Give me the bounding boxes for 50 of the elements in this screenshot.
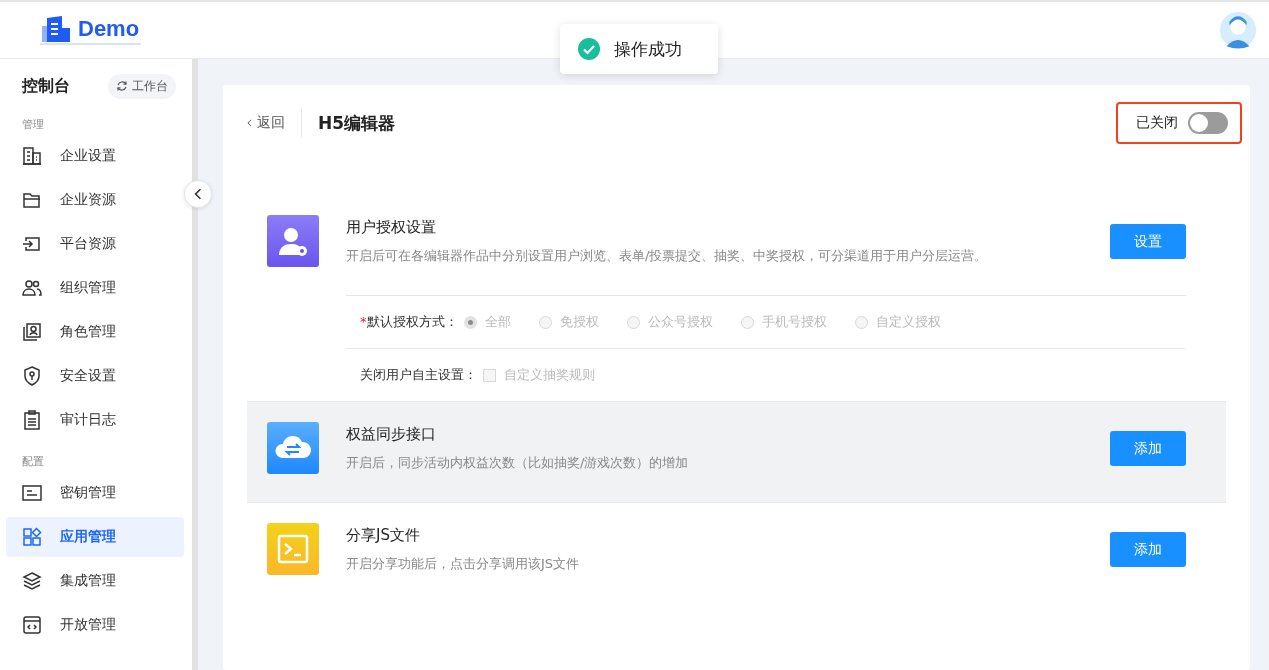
portrait-icon [22, 322, 42, 342]
users-icon [22, 278, 42, 298]
sidebar-item[interactable]: 开放管理 [6, 605, 184, 645]
menu-group-label: 管理 [21, 117, 45, 133]
clipboard-icon [22, 410, 42, 430]
avatar-icon[interactable] [1219, 11, 1257, 49]
feature-description: 开启后可在各编辑器作品中分别设置用户浏览、表单/投票提交、抽奖、中奖授权，可分渠道用于用户分层运营。 [346, 247, 989, 265]
shield-icon [22, 366, 42, 386]
sidebar-item[interactable]: 应用管理 [6, 517, 184, 557]
field-label: 关闭用户自主设置： [360, 366, 477, 384]
grid-icon [22, 527, 42, 547]
sidebar-item[interactable]: 密钥管理 [6, 473, 184, 513]
sidebar-item[interactable]: 角色管理 [6, 312, 184, 352]
feature-title: 权益同步接口 [346, 425, 437, 444]
feature-title: 分享JS文件 [346, 526, 421, 545]
chevron-left-icon [247, 119, 252, 127]
page-title: H5编辑器 [318, 111, 396, 135]
back-link[interactable]: 返回 [247, 114, 285, 132]
toggle-switch[interactable] [1188, 112, 1228, 134]
scrollbar[interactable] [192, 59, 198, 670]
user-settings-icon [267, 215, 319, 267]
sidebar-item[interactable]: 平台资源 [6, 224, 184, 264]
code-window-icon [22, 615, 42, 635]
console-title: 控制台 [22, 75, 70, 97]
folder-icon [22, 190, 42, 210]
sidebar-item[interactable]: 企业资源 [6, 180, 184, 220]
sidebar-item[interactable]: 企业设置 [6, 136, 184, 176]
terminal-icon [267, 523, 319, 575]
building-logo-icon [42, 15, 72, 42]
menu-group-label: 配置 [21, 454, 45, 470]
logo-text[interactable]: Demo [78, 15, 140, 42]
refresh-icon [116, 80, 128, 92]
check-circle-icon [578, 38, 600, 60]
toast-message: 操作成功 [614, 37, 682, 61]
chevron-left-icon [194, 188, 202, 200]
feature-title: 用户授权设置 [346, 218, 437, 237]
toggle-label: 已关闭 [1136, 114, 1178, 132]
key-card-icon [22, 483, 42, 503]
cloud-sync-icon [267, 422, 319, 474]
sidebar-item[interactable]: 审计日志 [6, 400, 184, 440]
layers-icon [22, 571, 42, 591]
workbench-button[interactable]: 工作台 [108, 73, 176, 99]
building-icon [22, 146, 42, 166]
feature-description: 开启分享功能后，点击分享调用该JS文件 [346, 555, 581, 573]
sidebar-item[interactable]: 安全设置 [6, 356, 184, 396]
feature-description: 开启后，同步活动内权益次数（比如抽奖/游戏次数）的增加 [346, 454, 690, 472]
sidebar-item[interactable]: 集成管理 [6, 561, 184, 601]
field-label: *默认授权方式： [360, 313, 458, 331]
sidebar-item[interactable]: 组织管理 [6, 268, 184, 308]
import-icon [22, 234, 42, 254]
